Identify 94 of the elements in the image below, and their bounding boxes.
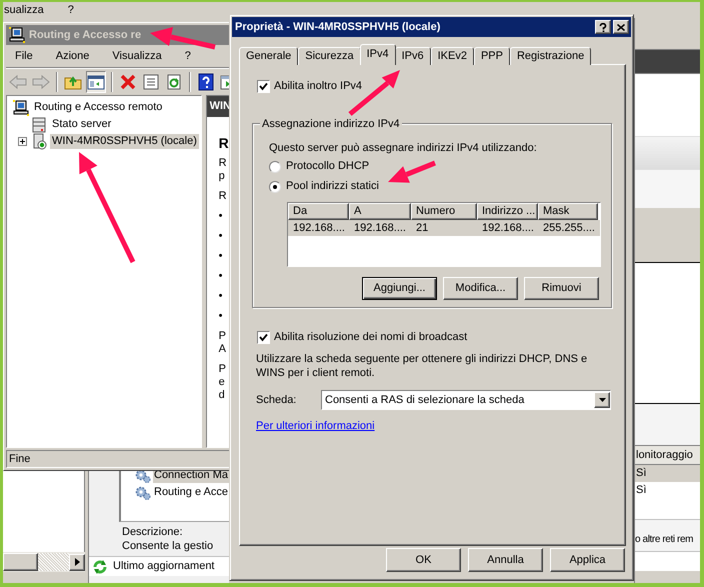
window-title: Routing e Accesso re [29,28,142,43]
body-text: A [218,343,226,356]
body-text: P [218,330,226,343]
push-button[interactable]: Aggiungi... [362,277,437,300]
instruction-text: Utilizzare la scheda seguente per ottenere gli indirizzi DHCP, DNS e WINS per i client remoti. [256,352,588,380]
column-header[interactable]: Da [288,203,349,220]
refresh-icon [92,558,108,574]
menu-item[interactable]: File [12,48,36,65]
table-cell-text: 192.168.... [292,220,346,236]
group-title: Assegnazione indirizzo IPv4 [260,116,402,132]
body-text: R [218,190,227,203]
question-mark-icon [599,22,607,32]
radio-button[interactable] [269,180,281,192]
tab[interactable]: IKEv2 [430,47,474,65]
description-label: Descrizione: [122,525,184,539]
scroll-right-button[interactable] [69,554,86,570]
right-arrow-icon [74,558,80,566]
menu-item[interactable]: ? [68,2,74,18]
description-text: o altre reti rem [635,533,694,547]
body-text: • [218,230,222,243]
tree-item[interactable]: Stato server [50,117,114,132]
tab[interactable]: IPv6 [394,47,431,65]
server-icon [31,116,47,133]
column-header[interactable]: Mask [538,203,598,220]
tab[interactable]: Registrazione [510,47,592,65]
push-button[interactable]: Applica [550,548,625,572]
service-name[interactable]: Routing e Acce [153,485,229,500]
link[interactable]: Per ulteriori informazioni [256,418,375,434]
column-header[interactable]: A [349,203,411,220]
checkbox[interactable] [257,331,270,344]
tab[interactable]: PPP [474,47,510,65]
server-icon [31,133,47,150]
push-button[interactable]: Rimuovi [524,277,599,300]
table-cell-text: 255.255.... [542,220,596,236]
status-text: Fine [9,452,30,467]
body-text: R [218,157,227,170]
menu-item[interactable]: ? [182,48,194,65]
table-cell-text: 192.168.... [481,220,535,236]
tree-item[interactable]: WIN-4MR0SSPHVH5 (locale) [50,134,199,149]
menu-item[interactable]: sualizza [4,2,44,18]
tab[interactable]: IPv4 [360,44,396,65]
push-button[interactable]: Modifica... [443,277,518,300]
instruction-text: Questo server può assegnare indirizzi IPv4 utilizzando: [269,142,538,155]
help-button[interactable] [595,20,611,34]
body-text: P [218,363,226,376]
radio-button[interactable] [269,160,281,172]
push-button[interactable]: OK [386,548,461,572]
body-text: • [218,270,222,283]
body-text: • [218,310,222,323]
description-text: Consente la gestio [122,539,214,553]
table-row[interactable]: Sì [635,482,700,499]
radio-label: Pool indirizzi statici [286,179,379,194]
table-row[interactable]: 192.168.... 192.168.... 21 192.168.... 255.255.... [288,220,600,236]
computer-icon [9,27,25,43]
checkbox-label: Abilita inoltro IPv4 [274,79,362,94]
header-bar [635,50,700,73]
field-label: Scheda: [256,392,298,408]
pane-button[interactable] [86,71,106,93]
window-title: Proprietà - WIN-4MR0SSPHVH5 (locale) [235,20,442,35]
table-cell-text: 21 [415,220,430,236]
dropdown[interactable]: Consenti a RAS di selezionare la scheda [321,390,611,410]
annotation-arrow [388,160,436,183]
body-text: d [218,389,225,402]
body-text: e [218,376,225,389]
table-cell-text: Sì [636,466,646,482]
column-header[interactable]: Indirizzo ... [477,203,538,220]
scrollbar[interactable] [3,552,86,572]
radio-label: Protocollo DHCP [286,159,370,174]
body-text: • [218,290,222,303]
scroll-thumb[interactable] [3,553,38,571]
status-text: Ultimo aggiornament [113,559,214,574]
close-icon [617,24,625,30]
checkbox-label: Abilita risoluzione dei nomi di broadcast [274,330,468,346]
table-cell-text: 192.168.... [353,220,407,236]
close-button[interactable] [613,20,629,34]
expand-icon[interactable] [18,137,27,146]
gear-icon [135,486,151,500]
tab[interactable]: Sicurezza [298,47,361,65]
checkbox[interactable] [257,80,270,93]
menu-item[interactable]: Visualizza [109,48,165,65]
computer-icon [13,99,29,116]
help-button[interactable] [196,71,216,93]
tab[interactable]: Generale [239,47,298,65]
menu-item[interactable]: Azione [52,48,92,65]
body-text: • [218,250,222,263]
tree-item[interactable]: Routing e Accesso remoto [32,100,164,115]
push-button[interactable]: Annulla [468,548,543,572]
panel-background [635,170,700,208]
annotation-arrow [150,27,216,50]
table-cell-text: Sì [636,483,646,498]
body-text: p [218,170,225,183]
column-header[interactable]: Numero [411,203,477,220]
body-text: • [218,210,222,223]
heading-text: R [218,135,229,151]
